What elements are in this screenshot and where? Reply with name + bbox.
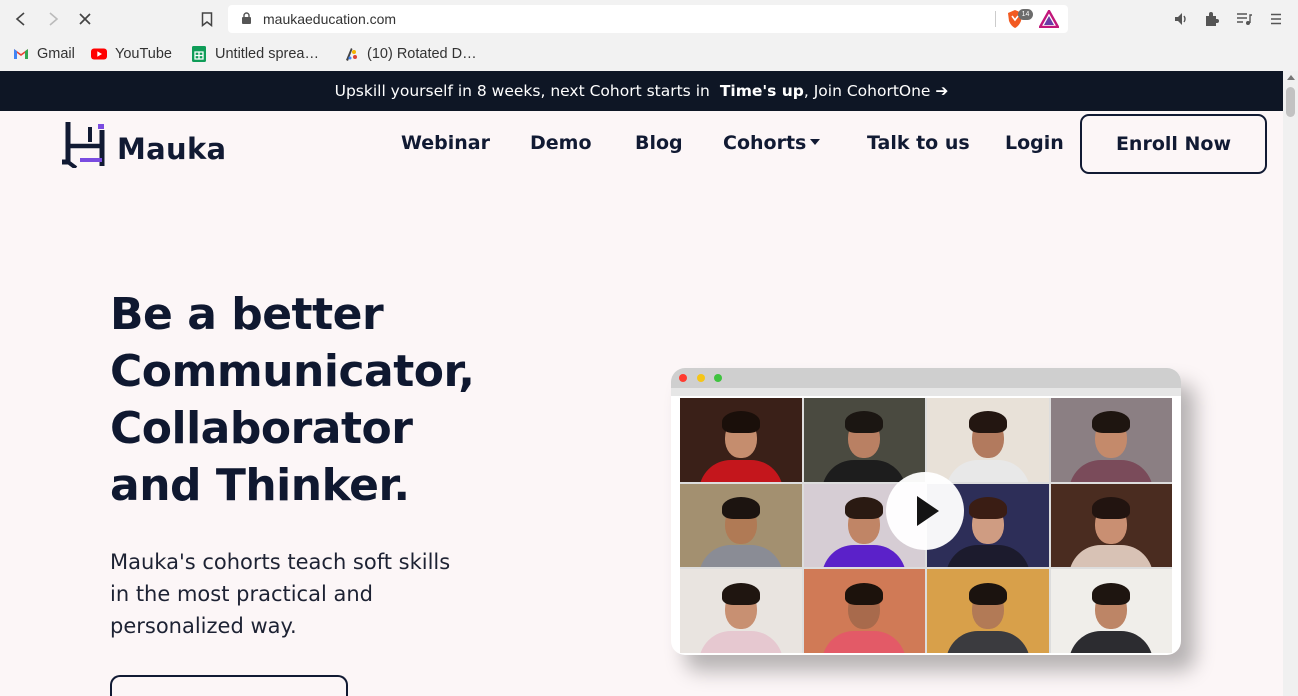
hero-title-line: Collaborator <box>110 403 413 454</box>
window-minimize-dot <box>697 374 705 382</box>
bookmark-label: Gmail <box>37 46 75 62</box>
nav-cohorts[interactable]: Cohorts <box>723 132 821 154</box>
back-icon[interactable] <box>11 9 31 29</box>
bookmark-label: Untitled sprea… <box>215 46 319 62</box>
bookmark-spreadsheet[interactable]: Untitled sprea… <box>191 44 319 64</box>
scrollbar-thumb[interactable] <box>1286 87 1295 117</box>
hero-subtitle-line: Mauka's cohorts teach soft skills <box>110 550 451 574</box>
bookmark-youtube[interactable]: YouTube <box>91 44 172 64</box>
bookmark-icon[interactable] <box>197 9 217 29</box>
lock-icon <box>242 12 251 24</box>
nav-login[interactable]: Login <box>1005 132 1064 154</box>
participant-tile <box>680 569 802 653</box>
palette-icon <box>346 48 357 61</box>
stop-loading-icon[interactable] <box>75 9 95 29</box>
brave-rewards-icon[interactable] <box>1039 10 1059 28</box>
play-icon[interactable] <box>886 472 964 550</box>
hero-cta-button[interactable] <box>110 675 348 696</box>
announcement-bar[interactable]: Upskill yourself in 8 weeks, next Cohort… <box>0 71 1283 111</box>
bookmark-label: (10) Rotated D… <box>367 46 477 62</box>
participant-tile <box>927 569 1049 653</box>
chevron-down-icon <box>810 139 821 145</box>
hero-title-line: Communicator, <box>110 346 475 397</box>
participant-tile <box>680 398 802 482</box>
nav-cohorts-label: Cohorts <box>723 132 807 154</box>
nav-blog[interactable]: Blog <box>635 132 683 154</box>
gmail-icon <box>14 49 28 59</box>
bookmark-label: YouTube <box>115 46 172 62</box>
menu-icon[interactable] <box>1266 9 1286 29</box>
browser-toolbar: maukaeducation.com 14 <box>0 0 1298 37</box>
speaker-icon[interactable] <box>1171 9 1191 29</box>
enroll-now-button[interactable]: Enroll Now <box>1080 114 1267 174</box>
mock-window-subbar <box>671 388 1181 396</box>
hero-subtitle: Mauka's cohorts teach soft skills in the… <box>110 546 500 642</box>
bookmarks-bar: Gmail YouTube Untitled sprea… (10) Rotat… <box>0 37 1298 71</box>
hero-subtitle-line: in the most practical and <box>110 582 373 606</box>
participant-tile <box>1050 398 1172 482</box>
participant-tile <box>927 398 1049 482</box>
participant-tile <box>1050 569 1172 653</box>
window-maximize-dot <box>714 374 722 382</box>
nav-webinar[interactable]: Webinar <box>401 132 490 154</box>
announcement-emphasis: Time's up <box>719 82 804 100</box>
bookmark-rotated[interactable]: (10) Rotated D… <box>343 44 477 64</box>
forward-icon[interactable] <box>43 9 63 29</box>
hero-title-line: and Thinker. <box>110 460 410 511</box>
address-bar[interactable]: maukaeducation.com 14 <box>228 5 1068 33</box>
bookmark-gmail[interactable]: Gmail <box>13 44 75 64</box>
mauka-logo-icon[interactable] <box>62 122 110 168</box>
nav-talk-to-us[interactable]: Talk to us <box>867 132 970 154</box>
hero-title-line: Be a better <box>110 289 384 340</box>
window-close-dot <box>679 374 687 382</box>
scroll-up-arrow-icon[interactable] <box>1287 75 1295 80</box>
cohort-video-preview[interactable] <box>671 368 1181 655</box>
extensions-icon[interactable] <box>1202 9 1222 29</box>
google-sheets-icon <box>192 46 206 62</box>
announcement-text: Upskill yourself in 8 weeks, next Cohort… <box>334 82 710 100</box>
url-text: maukaeducation.com <box>263 11 397 27</box>
hero-subtitle-line: personalized way. <box>110 614 297 638</box>
shield-count-badge: 14 <box>1018 9 1033 20</box>
page-scrollbar[interactable] <box>1283 71 1298 696</box>
participant-tile <box>1050 483 1172 568</box>
mock-window-bar <box>671 368 1181 388</box>
brand-name[interactable]: Mauka <box>117 132 226 166</box>
page-viewport: Upskill yourself in 8 weeks, next Cohort… <box>0 71 1283 696</box>
media-playlist-icon[interactable] <box>1234 9 1254 29</box>
participant-tile <box>803 569 925 653</box>
address-bar-divider <box>995 11 996 27</box>
participant-tile <box>803 398 925 482</box>
youtube-icon <box>91 48 107 60</box>
nav-demo[interactable]: Demo <box>530 132 592 154</box>
participant-tile <box>680 483 802 568</box>
announcement-link[interactable]: , Join CohortOne ➔ <box>804 82 949 100</box>
hero-title: Be a better Communicator, Collaborator a… <box>110 286 610 514</box>
